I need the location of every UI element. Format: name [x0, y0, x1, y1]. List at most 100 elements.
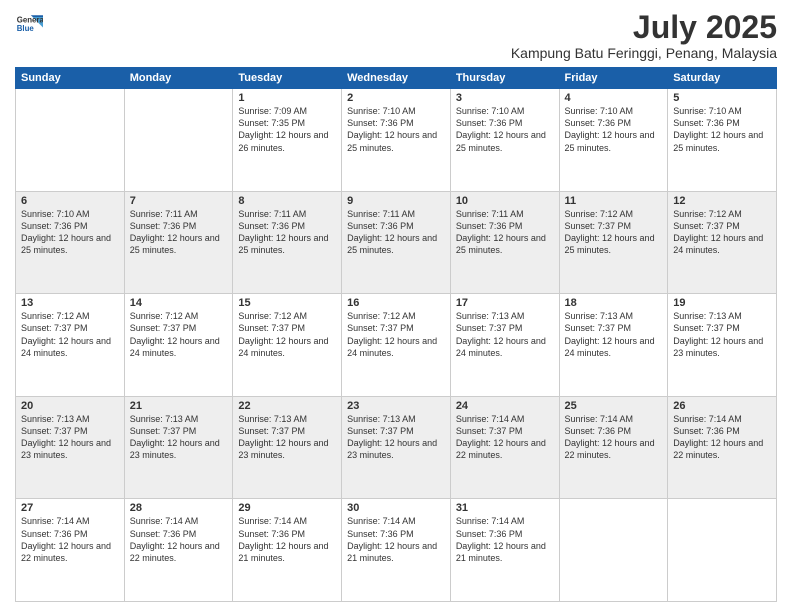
day-info: Sunrise: 7:12 AM Sunset: 7:37 PM Dayligh… — [238, 310, 336, 359]
table-row: 24Sunrise: 7:14 AM Sunset: 7:37 PM Dayli… — [450, 396, 559, 499]
day-info: Sunrise: 7:12 AM Sunset: 7:37 PM Dayligh… — [130, 310, 228, 359]
table-row: 17Sunrise: 7:13 AM Sunset: 7:37 PM Dayli… — [450, 294, 559, 397]
svg-text:Blue: Blue — [17, 24, 35, 33]
table-row: 7Sunrise: 7:11 AM Sunset: 7:36 PM Daylig… — [124, 191, 233, 294]
table-row — [559, 499, 668, 602]
calendar-table: Sunday Monday Tuesday Wednesday Thursday… — [15, 67, 777, 602]
table-row: 14Sunrise: 7:12 AM Sunset: 7:37 PM Dayli… — [124, 294, 233, 397]
table-row: 23Sunrise: 7:13 AM Sunset: 7:37 PM Dayli… — [342, 396, 451, 499]
day-number: 6 — [21, 195, 119, 207]
day-info: Sunrise: 7:12 AM Sunset: 7:37 PM Dayligh… — [21, 310, 119, 359]
calendar-week-row: 1Sunrise: 7:09 AM Sunset: 7:35 PM Daylig… — [16, 89, 777, 192]
table-row: 18Sunrise: 7:13 AM Sunset: 7:37 PM Dayli… — [559, 294, 668, 397]
day-number: 24 — [456, 400, 554, 412]
month-title: July 2025 — [511, 10, 777, 45]
table-row: 3Sunrise: 7:10 AM Sunset: 7:36 PM Daylig… — [450, 89, 559, 192]
day-info: Sunrise: 7:11 AM Sunset: 7:36 PM Dayligh… — [238, 208, 336, 257]
day-info: Sunrise: 7:12 AM Sunset: 7:37 PM Dayligh… — [565, 208, 663, 257]
day-number: 19 — [673, 297, 771, 309]
day-info: Sunrise: 7:11 AM Sunset: 7:36 PM Dayligh… — [347, 208, 445, 257]
table-row: 25Sunrise: 7:14 AM Sunset: 7:36 PM Dayli… — [559, 396, 668, 499]
table-row: 30Sunrise: 7:14 AM Sunset: 7:36 PM Dayli… — [342, 499, 451, 602]
col-monday: Monday — [124, 68, 233, 89]
day-number: 12 — [673, 195, 771, 207]
col-sunday: Sunday — [16, 68, 125, 89]
day-info: Sunrise: 7:09 AM Sunset: 7:35 PM Dayligh… — [238, 105, 336, 154]
day-number: 18 — [565, 297, 663, 309]
table-row: 2Sunrise: 7:10 AM Sunset: 7:36 PM Daylig… — [342, 89, 451, 192]
day-number: 13 — [21, 297, 119, 309]
logo: General Blue — [15, 10, 43, 38]
col-tuesday: Tuesday — [233, 68, 342, 89]
day-info: Sunrise: 7:14 AM Sunset: 7:37 PM Dayligh… — [456, 413, 554, 462]
table-row: 31Sunrise: 7:14 AM Sunset: 7:36 PM Dayli… — [450, 499, 559, 602]
calendar-week-row: 13Sunrise: 7:12 AM Sunset: 7:37 PM Dayli… — [16, 294, 777, 397]
day-info: Sunrise: 7:13 AM Sunset: 7:37 PM Dayligh… — [238, 413, 336, 462]
table-row: 11Sunrise: 7:12 AM Sunset: 7:37 PM Dayli… — [559, 191, 668, 294]
day-number: 17 — [456, 297, 554, 309]
table-row: 21Sunrise: 7:13 AM Sunset: 7:37 PM Dayli… — [124, 396, 233, 499]
day-info: Sunrise: 7:14 AM Sunset: 7:36 PM Dayligh… — [673, 413, 771, 462]
col-thursday: Thursday — [450, 68, 559, 89]
day-info: Sunrise: 7:14 AM Sunset: 7:36 PM Dayligh… — [238, 515, 336, 564]
day-info: Sunrise: 7:13 AM Sunset: 7:37 PM Dayligh… — [456, 310, 554, 359]
day-number: 22 — [238, 400, 336, 412]
day-number: 21 — [130, 400, 228, 412]
table-row: 27Sunrise: 7:14 AM Sunset: 7:36 PM Dayli… — [16, 499, 125, 602]
table-row — [124, 89, 233, 192]
day-info: Sunrise: 7:10 AM Sunset: 7:36 PM Dayligh… — [21, 208, 119, 257]
day-number: 20 — [21, 400, 119, 412]
day-info: Sunrise: 7:13 AM Sunset: 7:37 PM Dayligh… — [347, 413, 445, 462]
day-info: Sunrise: 7:13 AM Sunset: 7:37 PM Dayligh… — [673, 310, 771, 359]
calendar-week-row: 20Sunrise: 7:13 AM Sunset: 7:37 PM Dayli… — [16, 396, 777, 499]
day-number: 26 — [673, 400, 771, 412]
day-number: 25 — [565, 400, 663, 412]
table-row: 20Sunrise: 7:13 AM Sunset: 7:37 PM Dayli… — [16, 396, 125, 499]
day-info: Sunrise: 7:10 AM Sunset: 7:36 PM Dayligh… — [347, 105, 445, 154]
table-row — [16, 89, 125, 192]
col-saturday: Saturday — [668, 68, 777, 89]
day-number: 31 — [456, 502, 554, 514]
table-row: 9Sunrise: 7:11 AM Sunset: 7:36 PM Daylig… — [342, 191, 451, 294]
table-row: 22Sunrise: 7:13 AM Sunset: 7:37 PM Dayli… — [233, 396, 342, 499]
table-row: 15Sunrise: 7:12 AM Sunset: 7:37 PM Dayli… — [233, 294, 342, 397]
day-number: 8 — [238, 195, 336, 207]
day-info: Sunrise: 7:13 AM Sunset: 7:37 PM Dayligh… — [130, 413, 228, 462]
day-number: 4 — [565, 92, 663, 104]
day-number: 23 — [347, 400, 445, 412]
page: General Blue July 2025 Kampung Batu Feri… — [0, 0, 792, 612]
day-number: 11 — [565, 195, 663, 207]
table-row: 26Sunrise: 7:14 AM Sunset: 7:36 PM Dayli… — [668, 396, 777, 499]
table-row: 28Sunrise: 7:14 AM Sunset: 7:36 PM Dayli… — [124, 499, 233, 602]
table-row: 29Sunrise: 7:14 AM Sunset: 7:36 PM Dayli… — [233, 499, 342, 602]
calendar-week-row: 27Sunrise: 7:14 AM Sunset: 7:36 PM Dayli… — [16, 499, 777, 602]
day-number: 29 — [238, 502, 336, 514]
day-number: 15 — [238, 297, 336, 309]
day-number: 9 — [347, 195, 445, 207]
header-row: Sunday Monday Tuesday Wednesday Thursday… — [16, 68, 777, 89]
day-info: Sunrise: 7:14 AM Sunset: 7:36 PM Dayligh… — [456, 515, 554, 564]
day-info: Sunrise: 7:12 AM Sunset: 7:37 PM Dayligh… — [673, 208, 771, 257]
day-info: Sunrise: 7:14 AM Sunset: 7:36 PM Dayligh… — [347, 515, 445, 564]
day-number: 10 — [456, 195, 554, 207]
day-number: 1 — [238, 92, 336, 104]
table-row — [668, 499, 777, 602]
day-info: Sunrise: 7:11 AM Sunset: 7:36 PM Dayligh… — [456, 208, 554, 257]
table-row: 13Sunrise: 7:12 AM Sunset: 7:37 PM Dayli… — [16, 294, 125, 397]
table-row: 19Sunrise: 7:13 AM Sunset: 7:37 PM Dayli… — [668, 294, 777, 397]
table-row: 5Sunrise: 7:10 AM Sunset: 7:36 PM Daylig… — [668, 89, 777, 192]
day-number: 3 — [456, 92, 554, 104]
day-info: Sunrise: 7:14 AM Sunset: 7:36 PM Dayligh… — [565, 413, 663, 462]
table-row: 16Sunrise: 7:12 AM Sunset: 7:37 PM Dayli… — [342, 294, 451, 397]
day-info: Sunrise: 7:13 AM Sunset: 7:37 PM Dayligh… — [21, 413, 119, 462]
subtitle: Kampung Batu Feringgi, Penang, Malaysia — [511, 45, 777, 61]
day-info: Sunrise: 7:10 AM Sunset: 7:36 PM Dayligh… — [565, 105, 663, 154]
day-info: Sunrise: 7:12 AM Sunset: 7:37 PM Dayligh… — [347, 310, 445, 359]
col-wednesday: Wednesday — [342, 68, 451, 89]
header: General Blue July 2025 Kampung Batu Feri… — [15, 10, 777, 61]
title-block: July 2025 Kampung Batu Feringgi, Penang,… — [511, 10, 777, 61]
day-info: Sunrise: 7:14 AM Sunset: 7:36 PM Dayligh… — [21, 515, 119, 564]
table-row: 6Sunrise: 7:10 AM Sunset: 7:36 PM Daylig… — [16, 191, 125, 294]
table-row: 10Sunrise: 7:11 AM Sunset: 7:36 PM Dayli… — [450, 191, 559, 294]
logo-icon: General Blue — [15, 10, 43, 38]
